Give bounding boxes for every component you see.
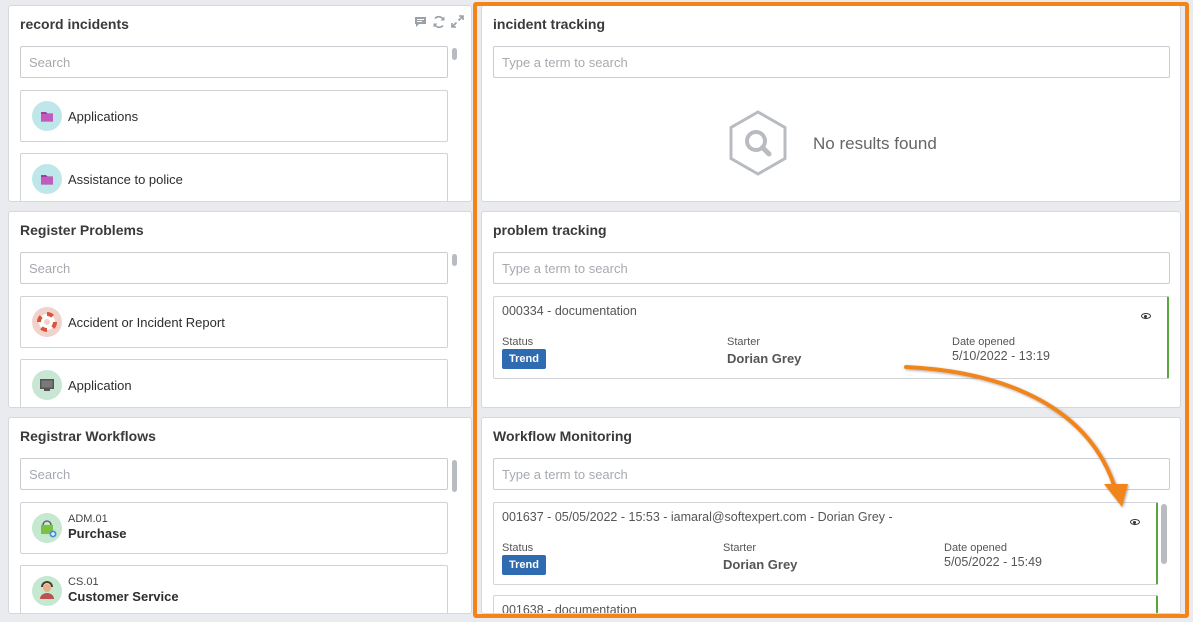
annotation-arrow-icon <box>904 365 1128 507</box>
